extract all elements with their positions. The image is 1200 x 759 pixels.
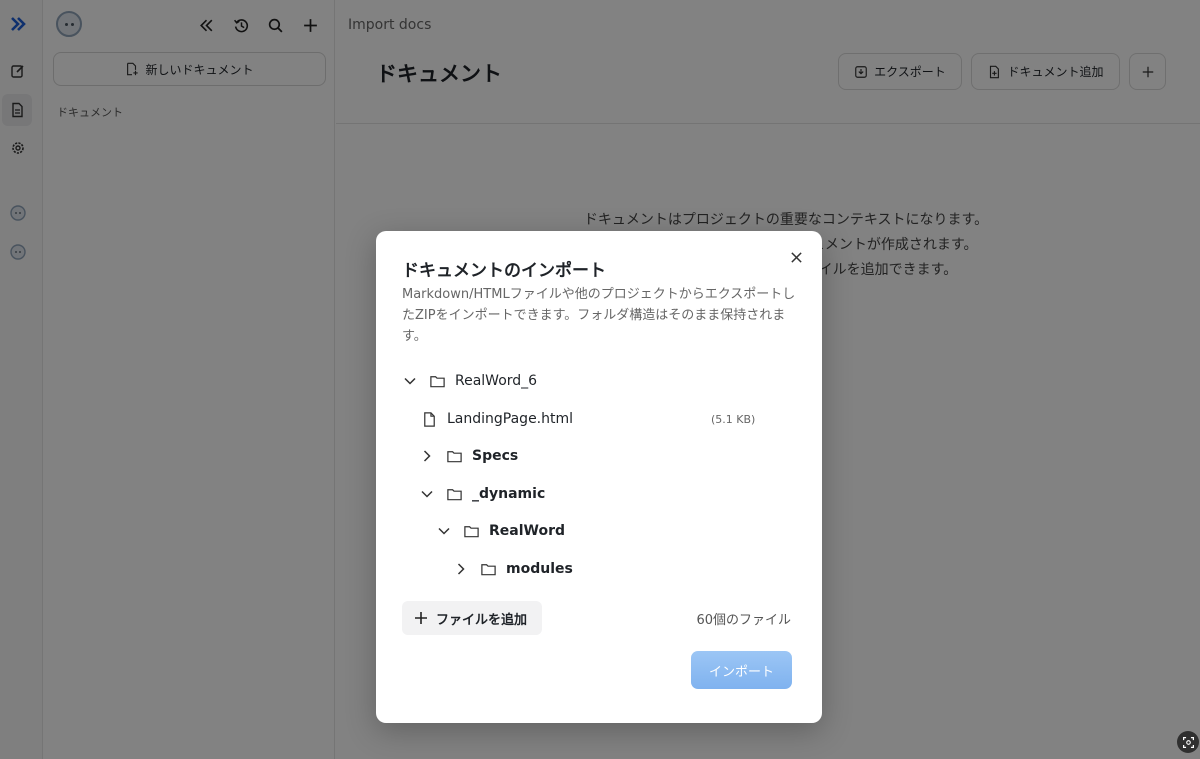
tree-row-file[interactable]: LandingPage.html (5.1 KB) (376, 402, 822, 436)
dialog-title: ドキュメントのインポート (402, 261, 606, 281)
plus-icon (415, 612, 427, 624)
file-icon (420, 410, 438, 428)
tree-row-folder[interactable]: Specs (376, 439, 822, 473)
close-icon (790, 251, 802, 263)
tree-item-label: modules (506, 561, 573, 577)
tree-item-label: RealWord (489, 523, 566, 539)
dialog-description: Markdown/HTMLファイルや他のプロジェクトからエクスポートしたZIPを… (402, 287, 796, 344)
import-dialog: ドキュメントのインポート Markdown/HTMLファイルや他のプロジェクトか… (376, 231, 822, 723)
tree-row-folder[interactable]: modules (376, 552, 822, 586)
chevron-right-icon[interactable] (453, 561, 469, 577)
close-button[interactable] (787, 248, 805, 266)
tree-row-folder[interactable]: RealWord_6 (376, 364, 822, 398)
folder-icon (428, 372, 446, 390)
folder-icon (445, 447, 463, 465)
tree-item-label: RealWord_6 (455, 373, 538, 389)
tree-row-folder[interactable]: _dynamic (376, 477, 822, 511)
chevron-down-icon[interactable] (419, 486, 435, 502)
chevron-down-icon[interactable] (402, 373, 418, 389)
chevron-down-icon[interactable] (436, 523, 452, 539)
folder-icon (479, 560, 497, 578)
import-button[interactable]: インポート (691, 651, 792, 689)
file-size: (5.1 KB) (711, 412, 756, 426)
tree-item-label: Specs (472, 448, 519, 464)
add-file-label: ファイルを追加 (436, 612, 528, 628)
chevron-right-icon[interactable] (419, 448, 435, 464)
tree-item-label: _dynamic (472, 486, 546, 502)
screenshot-icon[interactable] (1177, 731, 1199, 753)
folder-icon (462, 522, 480, 540)
folder-icon (445, 485, 463, 503)
tree-item-label: LandingPage.html (447, 411, 574, 427)
tree-row-folder[interactable]: RealWord (376, 514, 822, 548)
file-count: 60個のファイル (696, 613, 791, 628)
add-file-button[interactable]: ファイルを追加 (402, 601, 542, 635)
